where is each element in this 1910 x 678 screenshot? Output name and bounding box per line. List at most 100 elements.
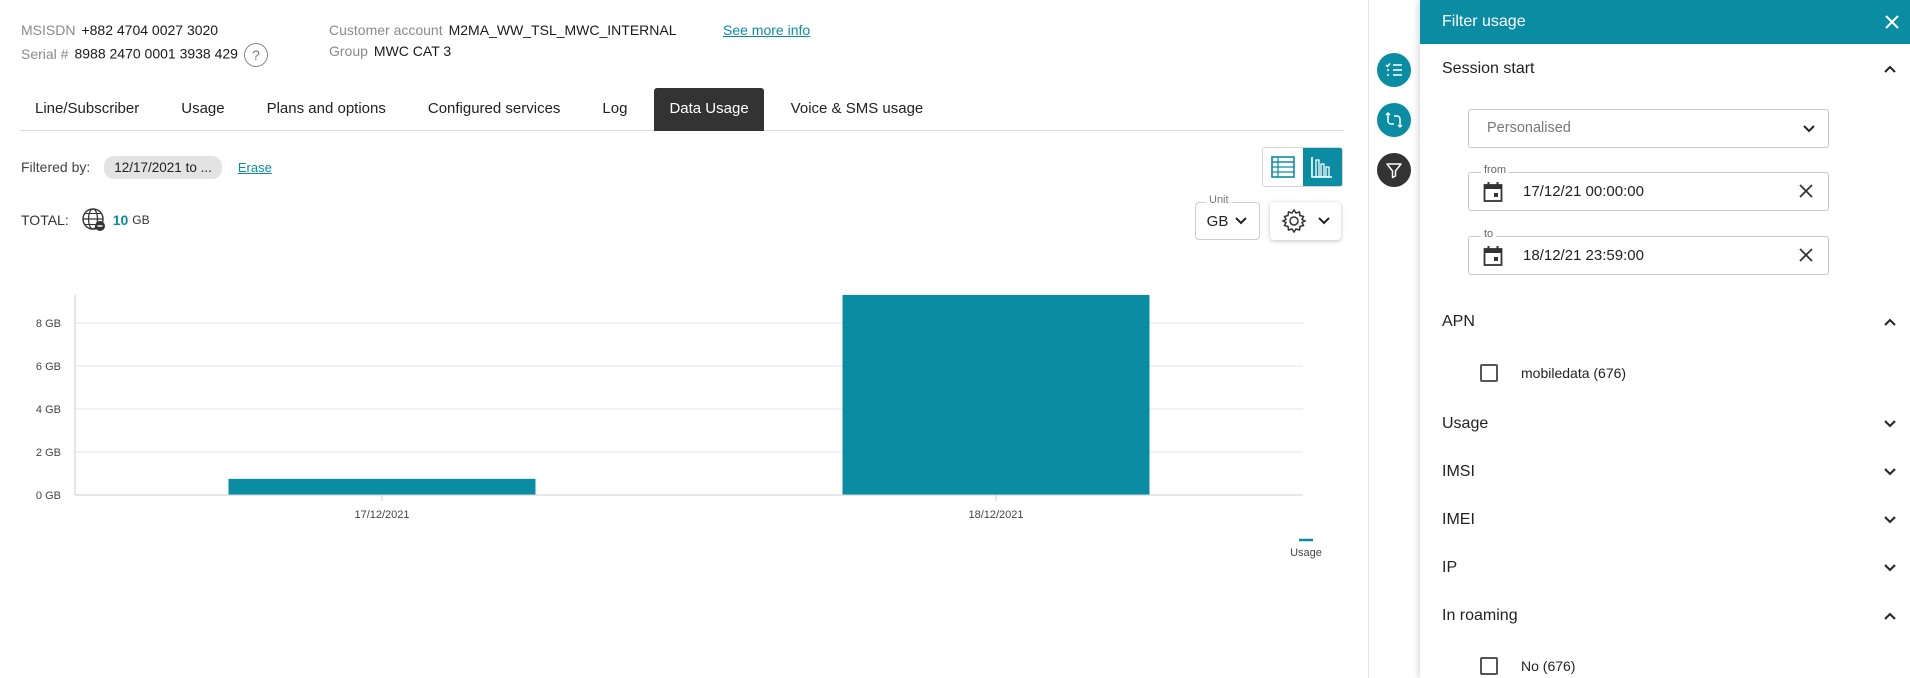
session-period-value: Personalised (1487, 120, 1571, 136)
main-content: MSISDN +882 4704 0027 3020 Serial # 8988 2… (0, 0, 1368, 678)
apn-mobiledata-checkbox[interactable] (1480, 364, 1498, 382)
chevron-down-icon (1884, 564, 1896, 572)
unit-caption: Unit (1206, 194, 1232, 206)
clear-to-button[interactable] (1798, 247, 1814, 266)
to-date-field[interactable]: to 18/12/21 23:59:00 (1468, 228, 1829, 275)
gear-icon (1280, 208, 1307, 234)
bar-chart-icon (1311, 157, 1333, 178)
close-icon (1885, 15, 1899, 29)
table-icon (1270, 156, 1295, 178)
to-caption: to (1481, 228, 1497, 240)
section-session-start[interactable]: Session start (1442, 60, 1897, 78)
tab-bar: Line/Subscriber Usage Plans and options … (20, 88, 1344, 131)
table-view-button[interactable] (1263, 148, 1303, 186)
total-row: TOTAL: 10 GB (21, 207, 150, 233)
panel-header: Filter usage (1420, 0, 1910, 44)
from-date-value: 17/12/21 00:00:00 (1523, 183, 1644, 200)
calendar-icon (1483, 246, 1503, 266)
chart-settings-button[interactable] (1270, 202, 1341, 240)
y-tick-label: 2 GB (36, 447, 61, 459)
filter-chip[interactable]: 12/17/2021 to ... (104, 155, 222, 179)
apn-mobiledata-label: mobiledata (676) (1521, 365, 1627, 381)
section-ip-title: IP (1442, 559, 1458, 576)
roaming-option-no: No (676) (1480, 657, 1575, 675)
section-imsi[interactable]: IMSI (1442, 463, 1897, 481)
chevron-up-icon (1884, 612, 1896, 620)
tab-voice-sms-usage[interactable]: Voice & SMS usage (776, 88, 939, 131)
roaming-no-checkbox[interactable] (1480, 657, 1498, 675)
section-ip[interactable]: IP (1442, 559, 1897, 577)
chevron-down-icon (1884, 420, 1896, 428)
rail-list-button[interactable] (1377, 53, 1411, 87)
bar (842, 295, 1150, 495)
x-tick-label: 18/12/2021 (968, 509, 1023, 521)
total-value: 10 (112, 212, 129, 228)
panel-close-button[interactable] (1884, 14, 1900, 30)
tab-usage[interactable]: Usage (166, 88, 239, 131)
y-tick-label: 6 GB (36, 361, 61, 373)
serial-label: Serial # (21, 45, 69, 62)
legend-label: Usage (1290, 547, 1322, 559)
bar (228, 478, 536, 495)
group-label: Group (329, 43, 368, 59)
chevron-down-icon (1317, 217, 1330, 225)
y-tick-label: 8 GB (36, 318, 61, 330)
globe-icon (82, 208, 105, 231)
section-apn[interactable]: APN (1442, 313, 1897, 331)
tab-line-subscriber[interactable]: Line/Subscriber (20, 88, 154, 131)
x-tick-label: 17/12/2021 (354, 509, 409, 521)
session-period-select[interactable]: Personalised (1468, 109, 1829, 148)
total-unit: GB (132, 213, 150, 227)
unit-select[interactable]: Unit GB (1195, 194, 1260, 240)
section-apn-title: APN (1442, 313, 1475, 330)
rail-filter-button[interactable] (1377, 153, 1411, 187)
chevron-down-icon (1884, 516, 1896, 524)
y-tick-label: 4 GB (36, 404, 61, 416)
customer-label: Customer account (329, 22, 443, 38)
side-rail (1368, 0, 1420, 678)
to-date-value: 18/12/21 23:59:00 (1523, 247, 1644, 264)
panel-title: Filter usage (1442, 13, 1526, 30)
filtered-by-label: Filtered by: (21, 159, 91, 175)
swap-icon (1385, 111, 1403, 129)
section-imsi-title: IMSI (1442, 463, 1475, 480)
close-icon (1799, 184, 1813, 198)
from-date-field[interactable]: from 17/12/21 00:00:00 (1468, 164, 1829, 211)
section-imei-title: IMEI (1442, 511, 1475, 528)
msisdn-row: MSISDN +882 4704 0027 3020 (21, 22, 218, 38)
filter-panel: Filter usage Session start Personalised … (1420, 0, 1910, 678)
see-more-info-link[interactable]: See more info (723, 22, 810, 38)
tab-plans-and-options[interactable]: Plans and options (252, 88, 401, 131)
section-usage[interactable]: Usage (1442, 415, 1897, 433)
chevron-down-icon (1235, 217, 1248, 225)
tab-configured-services[interactable]: Configured services (413, 88, 576, 131)
customer-value: M2MA_WW_TSL_MWC_INTERNAL (448, 22, 677, 38)
group-value: MWC CAT 3 (373, 43, 452, 59)
tab-log[interactable]: Log (587, 88, 642, 131)
section-usage-title: Usage (1442, 415, 1489, 432)
close-icon (1799, 248, 1813, 262)
chart-view-button[interactable] (1302, 148, 1342, 186)
section-session-start-title: Session start (1442, 60, 1535, 77)
roaming-no-label: No (676) (1521, 658, 1576, 674)
serial-value: 8988 2470 0001 3938 429 (74, 45, 238, 62)
chevron-up-icon (1884, 65, 1896, 73)
calendar-icon (1483, 182, 1503, 202)
section-imei[interactable]: IMEI (1442, 511, 1897, 529)
rail-swap-button[interactable] (1377, 103, 1411, 137)
section-in-roaming-title: In roaming (1442, 607, 1518, 624)
section-in-roaming[interactable]: In roaming (1442, 607, 1897, 625)
y-tick-label: 0 GB (36, 490, 61, 502)
tab-data-usage[interactable]: Data Usage (654, 88, 764, 131)
filter-row: Filtered by: 12/17/2021 to ... Erase (21, 154, 272, 180)
from-caption: from (1481, 164, 1509, 176)
help-icon[interactable]: ? (243, 43, 268, 67)
clear-from-button[interactable] (1798, 183, 1814, 202)
filter-icon (1386, 163, 1402, 179)
usage-chart: 0 GB 2 GB 4 GB 6 GB 8 GB 17/12/2021 18/12/2021… (36, 295, 1322, 559)
chevron-down-icon (1803, 125, 1815, 133)
msisdn-label: MSISDN (21, 22, 76, 38)
chevron-up-icon (1884, 318, 1896, 326)
msisdn-value: +882 4704 0027 3020 (81, 22, 219, 38)
erase-link[interactable]: Erase (238, 160, 272, 175)
